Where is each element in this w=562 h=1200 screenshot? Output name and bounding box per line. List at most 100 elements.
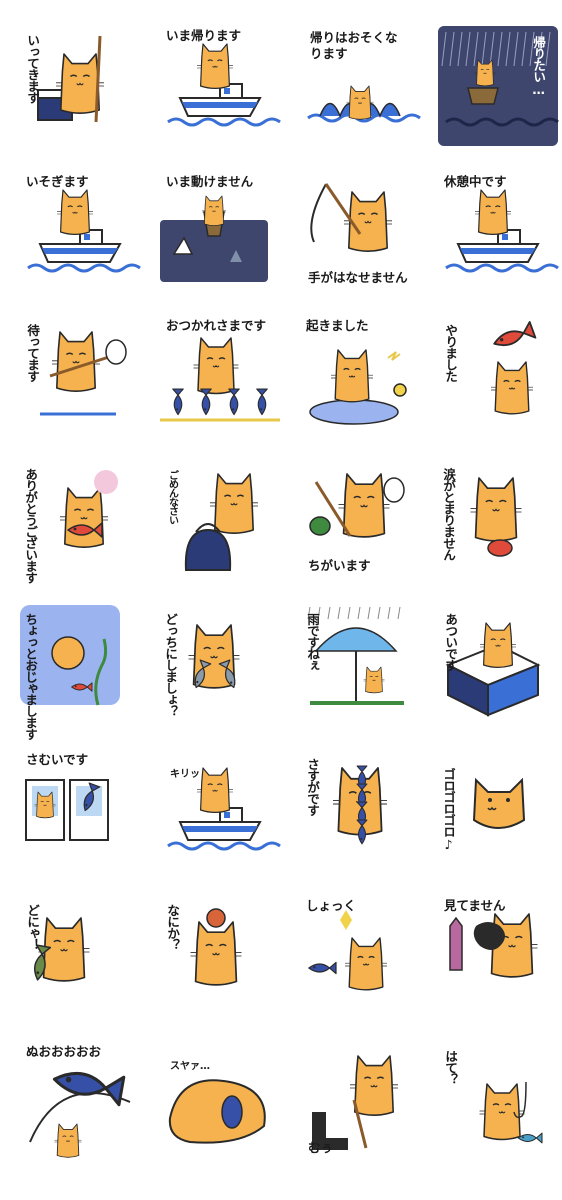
small-boat-icon: [467, 87, 499, 105]
sticker-illustration: [184, 473, 259, 571]
cat-figure: [56, 189, 94, 235]
fishing-line-icon: [310, 183, 327, 243]
sticker-caption: ありがとうございます: [23, 468, 39, 583]
sticker-kiri[interactable]: キリッ: [160, 750, 281, 870]
sticker-illustration: [449, 913, 538, 978]
sticker-caption: はて？: [443, 1050, 459, 1085]
sticker-illustration: [167, 767, 281, 851]
fish-pillow-icon: [221, 1095, 243, 1129]
cat-figure: [470, 477, 522, 542]
bubble-icon: [94, 470, 118, 494]
speech-bubble-icon: [383, 477, 405, 503]
cat-head-icon: [472, 777, 526, 829]
sticker-caption: やりました: [443, 324, 459, 382]
sticker-chotto-ojama[interactable]: ちょっとおじゃまします: [20, 605, 140, 740]
sticker-caption: むぅ: [308, 1140, 334, 1155]
sticker-ima-ugokemasen[interactable]: いま動けません: [160, 172, 280, 292]
sticker-illustration: [160, 337, 280, 422]
sticker-illustration: [29, 1071, 131, 1158]
sticker-caption: いま帰ります: [166, 28, 242, 43]
cat-figure: [201, 195, 227, 226]
boat-icon: [38, 229, 122, 263]
fish-icon: [228, 388, 240, 416]
sticker-matte-masu[interactable]: 待ってます: [20, 316, 140, 436]
sticker-illustration: [470, 477, 522, 557]
sticker-te-ga-hanasemasen[interactable]: 手がはなせません: [300, 172, 420, 292]
sticker-caption: ごめんなさい: [166, 470, 178, 524]
sticker-shokku[interactable]: しょっく: [300, 896, 420, 1016]
cat-figure: [190, 921, 242, 986]
sticker-kyukeichu[interactable]: 休憩中です: [438, 172, 559, 292]
fish-icon: [517, 1132, 543, 1144]
cat-figure: [346, 85, 374, 120]
boat-icon: [456, 229, 540, 263]
sticker-caption: さすがです: [305, 758, 321, 816]
sticker-sasuga[interactable]: さすがです: [300, 750, 420, 870]
turtle-icon: [309, 516, 331, 536]
sticker-donya[interactable]: どにゃ！: [20, 896, 140, 1016]
shock-star-icon: [340, 910, 352, 930]
sticker-illustration: [25, 779, 109, 841]
sticker-illustration: [308, 910, 387, 991]
sticker-ame-desu-ne[interactable]: 雨ですねぇ: [300, 605, 420, 725]
sticker-isogimasu[interactable]: いそぎます: [20, 172, 141, 292]
sticker-namida[interactable]: 涙がとまりません: [438, 460, 558, 580]
fish-icon: [308, 961, 337, 975]
cat-figure: [474, 59, 496, 87]
umbrella-icon: [314, 627, 398, 652]
sticker-caption: 起きました: [306, 318, 369, 333]
bag-icon: [184, 528, 232, 571]
fish-icon: [172, 388, 184, 416]
cat-figure: [34, 791, 56, 819]
cat-figure: [491, 361, 533, 415]
wave-icon: [167, 841, 281, 851]
sticker-docchi[interactable]: どっちにしましょ？: [160, 605, 280, 725]
sticker-kaeritai[interactable]: 帰りたい…: [438, 26, 559, 146]
sticker-hate[interactable]: はて？: [438, 1042, 558, 1162]
fish-icon: [256, 388, 268, 416]
sticker-kaeri-osoku[interactable]: 帰りはおそくなります: [300, 26, 421, 146]
sticker-caption: なにか？: [165, 904, 181, 950]
sticker-illustration: [168, 1079, 266, 1144]
sticker-caption: おつかれさまです: [166, 318, 267, 333]
sticker-samui[interactable]: さむいです: [20, 750, 140, 870]
cat-face-icon: [51, 636, 85, 670]
sticker-illustration: [27, 189, 141, 273]
sticker-ima-kaerimasu[interactable]: いま帰ります: [160, 26, 281, 146]
cat-figure: [345, 937, 387, 991]
sleeping-cat-icon: [168, 1079, 266, 1144]
sticker-gomennasai[interactable]: ごめんなさい: [160, 460, 280, 580]
sticker-goro[interactable]: ゴロゴロゴロ♪: [438, 750, 558, 870]
sticker-caption: どにゃ！: [25, 904, 41, 950]
sticker-chigaimasu[interactable]: ちがいます: [300, 460, 420, 580]
sticker-otsukare[interactable]: おつかれさまです: [160, 316, 280, 436]
fish-icon: [493, 320, 537, 347]
sticker-caption: いってきます: [25, 34, 41, 103]
sticker-arigatou[interactable]: ありがとうございます: [20, 460, 140, 583]
sticker-caption: スヤァ…: [170, 1061, 210, 1072]
wave-icon: [27, 263, 141, 273]
sticker-ittekimasu[interactable]: いってきます: [20, 26, 140, 146]
sticker-atsui[interactable]: あついです: [438, 605, 558, 725]
cat-figure: [59, 487, 109, 548]
sticker-yarimashita[interactable]: やりました: [438, 316, 558, 436]
sticker-suya[interactable]: スヤァ…: [160, 1042, 280, 1162]
sticker-nanika[interactable]: なにか？: [160, 896, 280, 1016]
sticker-caption: いそぎます: [26, 174, 89, 189]
sticker-muu[interactable]: むぅ: [300, 1042, 420, 1162]
sticker-okimashita[interactable]: 起きました: [300, 316, 420, 436]
sticker-caption: ちがいます: [308, 558, 371, 573]
sticker-caption: 帰りはおそくなります: [310, 30, 398, 61]
cat-figure: [196, 43, 234, 89]
sticker-nuoo[interactable]: ぬおおおおお: [20, 1042, 140, 1162]
sticker-illustration: [472, 777, 526, 829]
cat-figure: [349, 1055, 399, 1116]
sticker-mitemasen[interactable]: 見てません: [438, 896, 558, 1016]
boat-icon: [178, 807, 262, 841]
speech-bubble-icon: [105, 339, 127, 365]
sticker-caption: いま動けません: [166, 174, 254, 189]
sticker-grid: いってきます いま帰ります 帰りはおそくなります 帰りたい… いそぎます いま動けません 手…: [0, 0, 562, 1200]
cat-figure: [193, 337, 239, 395]
cat-figure: [54, 1123, 82, 1158]
sticker-caption: 涙がとまりません: [441, 468, 457, 560]
